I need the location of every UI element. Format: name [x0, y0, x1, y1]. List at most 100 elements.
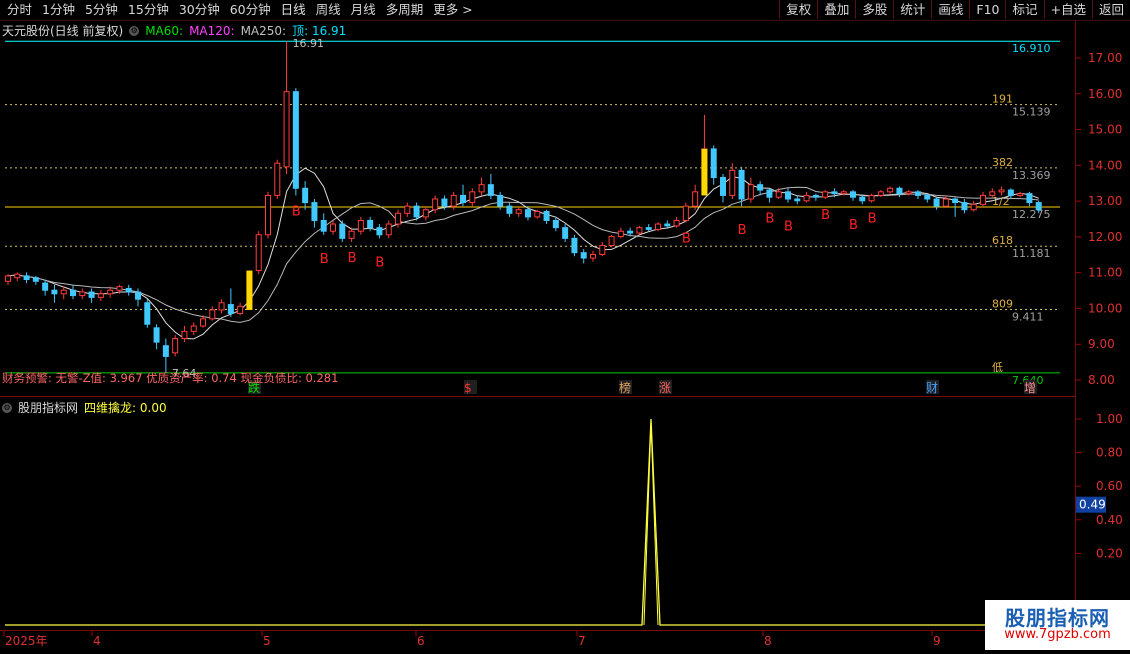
date-tick-label: 5	[263, 634, 271, 648]
add-watchlist-button[interactable]: +自选	[1043, 0, 1092, 19]
sub-axis-label: 0.40	[1096, 513, 1123, 527]
f10-button[interactable]: F10	[969, 0, 1005, 19]
candle	[432, 195, 439, 214]
price-panel[interactable]: 16.910 191 15.139 382 13.369 1/2 12.275 618 11.1…	[0, 20, 1075, 397]
indicator-chart[interactable]	[0, 397, 1075, 630]
candle-body	[376, 227, 383, 236]
candle-body	[302, 187, 309, 204]
candle	[385, 220, 392, 239]
restore-rights-button[interactable]: 复权	[779, 0, 817, 19]
candle-body	[794, 198, 801, 202]
candle-body	[552, 219, 559, 229]
candle-body	[23, 275, 30, 281]
candle-body	[209, 309, 216, 320]
candle	[487, 173, 494, 199]
candle-body	[162, 345, 169, 357]
statistics-button[interactable]: 统计	[893, 0, 931, 19]
fib-value: 12.275	[1012, 208, 1051, 221]
candle-body	[850, 191, 856, 198]
candle-body	[441, 198, 448, 207]
candle-body	[1007, 189, 1014, 196]
period-tabs: 分时 1分钟 5分钟 15分钟 30分钟 60分钟 日线 周线 月线 多周期 更…	[2, 2, 478, 18]
candle	[664, 220, 671, 228]
candle	[896, 186, 903, 198]
settings-icon[interactable]: ⚙	[129, 25, 140, 36]
indicator-panel[interactable]: ⚙ 股朋指标网 四维擒龙: 0.00	[0, 397, 1075, 630]
candle-body	[747, 184, 754, 200]
candle-body	[32, 277, 39, 282]
candle	[460, 184, 466, 207]
price-axis: 17.00 16.00 15.00 14.00 13.00 12.00 11.00 10.00…	[1075, 20, 1130, 650]
tab-multi-period[interactable]: 多周期	[381, 2, 429, 18]
candle-body	[478, 184, 485, 193]
candle	[153, 324, 160, 350]
tab-daily[interactable]: 日线	[276, 2, 311, 18]
ma-line	[7, 167, 1039, 340]
draw-line-button[interactable]: 画线	[931, 0, 969, 19]
candle	[283, 41, 290, 174]
date-axis: 2025年 4 5 6 7 8 9	[0, 630, 1075, 651]
axis-svg: 17.00 16.00 15.00 14.00 13.00 12.00 11.00 10.00…	[1076, 51, 1123, 560]
sub-axis-label: 0.60	[1096, 479, 1123, 493]
fib-value: 16.910	[1012, 42, 1051, 55]
candle-body	[896, 187, 903, 195]
candle-body	[497, 194, 504, 207]
candle-body	[404, 205, 411, 214]
fib-label: 191	[992, 93, 1013, 106]
tab-weekly[interactable]: 周线	[311, 2, 346, 18]
candle	[822, 190, 829, 199]
candle	[617, 227, 624, 239]
candle-body	[172, 338, 179, 354]
candle-body	[367, 219, 374, 229]
candle-body	[432, 198, 439, 211]
candle-body	[980, 194, 986, 205]
candle-body	[237, 305, 244, 314]
back-button[interactable]: 返回	[1091, 0, 1130, 19]
mark-button[interactable]: 标记	[1005, 0, 1043, 19]
candle	[673, 216, 680, 228]
candle-body	[14, 273, 21, 279]
candle-body	[868, 194, 875, 202]
tab-fenshi[interactable]: 分时	[2, 2, 37, 18]
tab-30min[interactable]: 30分钟	[174, 2, 225, 18]
candle	[515, 206, 522, 217]
axis-tick-label: 9.00	[1088, 337, 1115, 351]
candle-body	[710, 148, 717, 179]
candle	[608, 234, 615, 248]
date-tick-label: 8	[764, 634, 772, 648]
candle	[924, 193, 931, 203]
candle	[710, 145, 717, 185]
buy-marker: B	[765, 212, 774, 227]
candle-body	[617, 230, 624, 238]
tab-60min[interactable]: 60分钟	[225, 2, 276, 18]
axis-tick-label: 17.00	[1088, 51, 1122, 65]
candle-body	[469, 191, 476, 204]
candle	[144, 299, 151, 328]
candle-body	[720, 177, 726, 196]
candle-body	[543, 211, 550, 221]
overlay-button[interactable]: 叠加	[817, 0, 855, 19]
candle	[571, 234, 578, 257]
candle	[14, 272, 21, 282]
candle-body	[255, 234, 262, 272]
candle	[562, 224, 569, 242]
candle-body	[655, 223, 661, 230]
tab-monthly[interactable]: 月线	[346, 2, 381, 18]
candle	[580, 249, 587, 264]
candle-body	[274, 162, 281, 196]
tab-1min[interactable]: 1分钟	[37, 2, 80, 18]
candle	[887, 186, 894, 194]
buy-marker: B	[821, 208, 830, 223]
tab-more[interactable]: 更多 >	[428, 2, 477, 18]
multi-stock-button[interactable]: 多股	[855, 0, 893, 19]
candle	[645, 224, 652, 232]
tab-15min[interactable]: 15分钟	[123, 2, 174, 18]
buy-marker: B	[320, 252, 329, 267]
finance-warning: 财务预警: 无警-Z值: 3.967 优质资产率: 0.74 现金负债比: 0.…	[2, 371, 339, 385]
candle-body	[859, 196, 866, 202]
indicator-settings-icon[interactable]: ⚙	[2, 402, 12, 413]
candle	[469, 188, 476, 207]
candle-body	[915, 191, 921, 196]
tab-5min[interactable]: 5分钟	[80, 2, 123, 18]
candlestick-chart[interactable]: 16.91019115.13938213.3691/212.27561811.1…	[0, 20, 1075, 396]
